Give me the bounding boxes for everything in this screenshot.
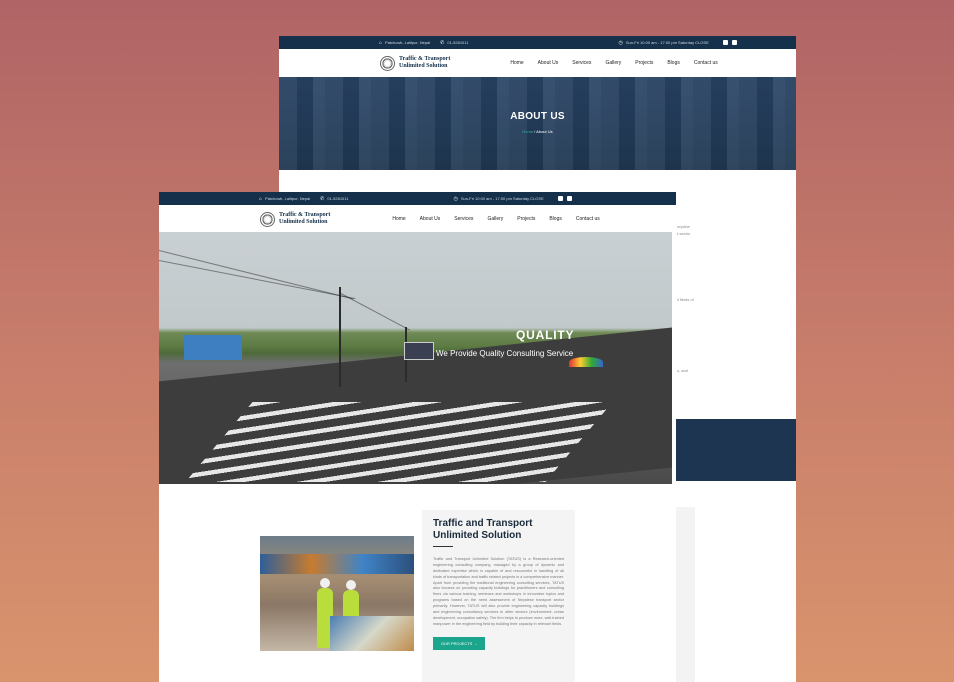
logo-line-2: Unlimited Solution — [399, 63, 448, 69]
phone-text[interactable]: 01-5261011 — [327, 196, 348, 201]
phone-item[interactable]: ✆ 01-5261011 — [440, 40, 468, 46]
team-photo — [260, 536, 414, 651]
company-title: Traffic and Transport Unlimited Solution — [433, 518, 533, 541]
main-navbar: Traffic & Transport Unlimited Solution H… — [279, 49, 796, 77]
nav-contact-us[interactable]: Contact us — [576, 216, 600, 222]
dark-block — [675, 419, 796, 481]
facebook-icon[interactable] — [722, 40, 728, 45]
text-fragment: ll fields of — [677, 297, 694, 302]
company-description: Traffic and Transport Unlimited Solution… — [433, 557, 564, 626]
clock-icon: ◷ — [618, 39, 623, 46]
page-title: ABOUT US — [510, 111, 565, 122]
nav-services[interactable]: Services — [454, 216, 473, 222]
home-page-window: ⌂ Patchowk, Lalitpur, Nepal ✆ 01-5261011… — [159, 192, 676, 682]
main-navbar: Traffic & Transport Unlimited Solution H… — [159, 205, 676, 233]
photo-helmet — [346, 580, 356, 590]
zebra-crossing — [185, 402, 613, 482]
nav-about-us[interactable]: About Us — [538, 60, 559, 66]
utility-pole — [339, 287, 341, 387]
vendor-umbrella — [569, 357, 603, 367]
hero-subheading: We Provide Quality Consulting Service — [436, 349, 574, 358]
hours-text: Sun-Fri 10:00 am - 17:00 pm Saturday CLO… — [460, 196, 544, 201]
home-icon: ⌂ — [379, 39, 383, 46]
breadcrumb-current: About Us — [536, 129, 553, 134]
photo-tent — [260, 554, 414, 574]
logo-line-1: Traffic & Transport — [399, 55, 451, 62]
hours-text: Sun-Fri 10:00 am - 17:00 pm Saturday CLO… — [625, 40, 709, 45]
nav-about-us[interactable]: About Us — [420, 216, 441, 222]
site-logo[interactable]: Traffic & Transport Unlimited Solution — [380, 55, 451, 71]
nav-gallery[interactable]: Gallery — [605, 60, 621, 66]
linkedin-icon[interactable] — [731, 40, 737, 45]
nav-blogs[interactable]: Blogs — [667, 60, 680, 66]
nav-menu: Home About Us Services Gallery Projects … — [392, 216, 599, 222]
linkedin-icon[interactable] — [566, 196, 572, 201]
text-fragment: t-sector — [677, 231, 691, 236]
about-company-card: Traffic and Transport Unlimited Solution… — [422, 510, 575, 682]
nav-contact-us[interactable]: Contact us — [694, 60, 718, 66]
nav-gallery[interactable]: Gallery — [487, 216, 503, 222]
nav-projects[interactable]: Projects — [635, 60, 653, 66]
home-icon: ⌂ — [259, 195, 263, 202]
text-fragment: s, and — [677, 368, 688, 373]
clock-icon: ◷ — [453, 195, 458, 202]
phone-icon: ✆ — [320, 195, 325, 202]
road-sign-board — [404, 342, 434, 360]
site-logo[interactable]: Traffic & Transport Unlimited Solution — [260, 211, 331, 227]
address-item: ⌂ Patchowk, Lalitpur, Nepal — [379, 40, 430, 46]
title-divider — [433, 546, 453, 547]
nav-blogs[interactable]: Blogs — [549, 216, 562, 222]
phone-text[interactable]: 01-5261011 — [447, 40, 468, 45]
phone-item[interactable]: ✆ 01-5261011 — [320, 196, 348, 202]
hero-heading: QUALITY — [516, 328, 575, 342]
address-item: ⌂ Patchowk, Lalitpur, Nepal — [259, 196, 310, 202]
address-text: Patchowk, Lalitpur, Nepal — [265, 196, 311, 201]
nav-projects[interactable]: Projects — [517, 216, 535, 222]
photo-tarp — [330, 616, 414, 651]
side-panel — [675, 507, 695, 682]
hero-slider[interactable]: QUALITY We Provide Quality Consulting Se… — [159, 232, 672, 484]
photo-helmet — [320, 578, 330, 588]
address-text: Patchowk, Lalitpur, Nepal — [385, 40, 431, 45]
logo-emblem — [260, 211, 275, 227]
logo-line-1: Traffic & Transport — [279, 211, 331, 218]
power-line — [338, 292, 410, 331]
logo-line-2: Unlimited Solution — [279, 219, 328, 225]
nav-home[interactable]: Home — [510, 60, 523, 66]
text-fragment: onpline — [677, 224, 690, 229]
breadcrumb: Home / About Us — [279, 129, 796, 134]
phone-icon: ✆ — [440, 39, 445, 46]
top-info-bar: ⌂ Patchowk, Lalitpur, Nepal ✆ 01-5261011… — [159, 192, 676, 205]
roadside-shed — [184, 335, 242, 360]
our-projects-button[interactable]: OUR PROJECTS → — [433, 636, 486, 650]
about-hero-banner: ABOUT US Home / About Us — [279, 77, 796, 170]
nav-menu: Home About Us Services Gallery Projects … — [510, 60, 717, 66]
breadcrumb-home[interactable]: Home — [522, 129, 533, 134]
facebook-icon[interactable] — [557, 196, 563, 201]
hours-item: ◷ Sun-Fri 10:00 am - 17:00 pm Saturday C… — [618, 40, 708, 46]
nav-home[interactable]: Home — [392, 216, 405, 222]
nav-services[interactable]: Services — [572, 60, 591, 66]
hours-item: ◷ Sun-Fri 10:00 am - 17:00 pm Saturday C… — [453, 196, 543, 202]
top-info-bar: ⌂ Patchowk, Lalitpur, Nepal ✆ 01-5261011… — [279, 36, 796, 49]
power-line — [159, 260, 356, 300]
logo-emblem — [380, 55, 395, 71]
